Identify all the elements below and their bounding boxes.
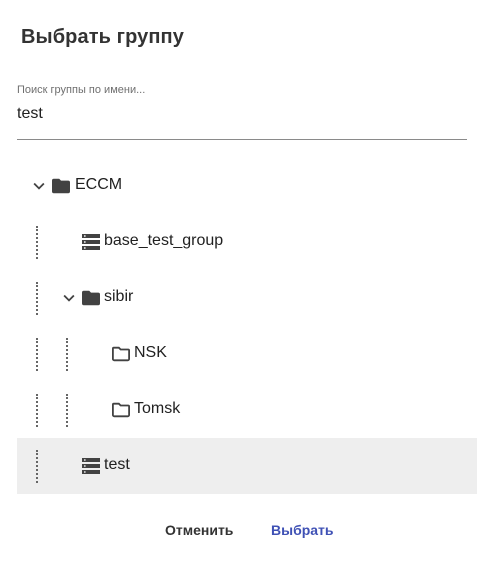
tree-node-tomsk[interactable]: Tomsk — [17, 382, 477, 438]
folder-filled-icon — [52, 178, 70, 194]
tree-guide-line — [36, 282, 38, 315]
cancel-button[interactable]: Отменить — [165, 522, 233, 538]
chevron-down-icon[interactable] — [28, 175, 50, 197]
group-list-icon — [82, 234, 100, 250]
tree-guide-line — [36, 226, 38, 259]
group-tree: ECCM base_test_group sibir NSK Tomsk tes… — [17, 158, 477, 494]
tree-node-label: ECCM — [75, 176, 123, 193]
folder-filled-icon — [82, 290, 100, 306]
dialog-title: Выбрать группу — [21, 26, 184, 48]
tree-guide-line — [66, 394, 68, 427]
select-group-dialog: Выбрать группу Поиск группы по имени... … — [0, 0, 496, 565]
tree-node-base-test-group[interactable]: base_test_group — [17, 214, 477, 270]
folder-outline-icon — [112, 402, 130, 418]
tree-node-sibir[interactable]: sibir — [17, 270, 477, 326]
tree-node-nsk[interactable]: NSK — [17, 326, 477, 382]
tree-node-label: base_test_group — [104, 232, 224, 249]
search-input[interactable] — [17, 103, 457, 125]
chevron-down-icon[interactable] — [58, 287, 80, 309]
tree-guide-line — [36, 394, 38, 427]
dialog-actions: Отменить Выбрать — [0, 522, 496, 546]
tree-node-label: sibir — [104, 288, 134, 305]
tree-node-label: Tomsk — [134, 400, 181, 417]
group-list-icon — [82, 458, 100, 474]
search-label: Поиск группы по имени... — [17, 84, 146, 96]
tree-node-test[interactable]: test — [17, 438, 477, 494]
tree-guide-line — [36, 338, 38, 371]
tree-node-label: test — [104, 456, 130, 473]
tree-guide-line — [66, 338, 68, 371]
tree-guide-line — [36, 450, 38, 483]
tree-node-label: NSK — [134, 344, 167, 361]
folder-outline-icon — [112, 346, 130, 362]
tree-node-eccm[interactable]: ECCM — [17, 158, 477, 214]
search-field[interactable]: Поиск группы по имени... — [17, 83, 467, 140]
select-button[interactable]: Выбрать — [271, 522, 334, 538]
